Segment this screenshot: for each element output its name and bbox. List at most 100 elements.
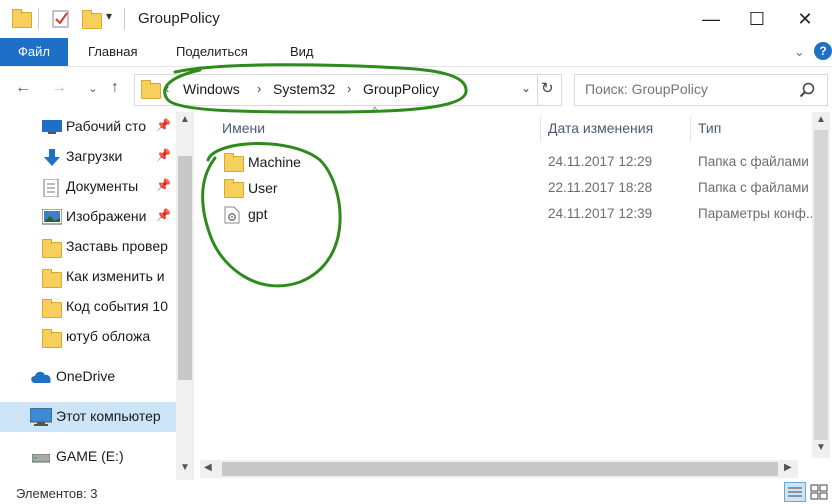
back-button[interactable]: ← [12, 76, 34, 100]
expand-ribbon-icon[interactable]: ⌄ [794, 44, 805, 60]
sidebar-item-game-drive[interactable]: GAME (E:) [0, 442, 176, 472]
sidebar-item-label: ютуб обложа [66, 328, 151, 344]
minimize-button[interactable]: — [688, 4, 734, 34]
sidebar-item-pictures[interactable]: Изображени 📌 [0, 202, 176, 232]
scroll-up-icon[interactable]: ▲ [180, 114, 190, 125]
status-bar: Элементов: 3 [0, 482, 832, 504]
file-date: 22.11.2017 18:28 [548, 180, 653, 195]
column-header-type[interactable]: Тип [698, 120, 721, 136]
customize-toolbar-icon[interactable]: ▾ [106, 9, 112, 23]
sidebar-item-label: GAME (E:) [56, 448, 124, 464]
close-button[interactable]: ✕ [782, 4, 828, 34]
breadcrumb-overflow[interactable]: ‹ [165, 81, 169, 96]
folder-icon [42, 299, 62, 318]
documents-icon [43, 179, 59, 197]
folder-icon [42, 329, 62, 348]
help-icon[interactable]: ? [814, 42, 832, 60]
chevron-right-icon[interactable]: › [347, 81, 351, 96]
chevron-down-icon: ⌄ [88, 82, 98, 95]
sidebar-item-folder-2[interactable]: Как изменить и [0, 262, 176, 292]
table-row[interactable]: User 22.11.2017 18:28 Папка с файлами [200, 176, 832, 202]
drive-icon [32, 454, 50, 463]
pin-icon[interactable]: 📌 [156, 148, 171, 162]
sidebar-item-desktop[interactable]: Рабочий сто 📌 [0, 112, 176, 142]
folder-icon [224, 179, 244, 198]
sidebar-item-folder-3[interactable]: Код события 10 [0, 292, 176, 322]
forward-button[interactable]: → [48, 76, 70, 100]
arrow-up-icon: ↑ [111, 79, 119, 96]
search-box[interactable] [574, 74, 828, 106]
sidebar-item-label: Заставь провер [66, 238, 168, 254]
scroll-thumb[interactable] [178, 156, 192, 380]
separator [537, 75, 538, 105]
file-list-vertical-scrollbar[interactable]: ▲ ▼ [812, 112, 830, 458]
details-view-icon[interactable] [784, 482, 806, 502]
scroll-right-icon[interactable]: ▶ [784, 462, 792, 473]
tab-home[interactable]: Главная [88, 38, 137, 66]
settings-file-icon [224, 206, 240, 224]
recent-locations-button[interactable]: ⌄ [82, 76, 104, 100]
sidebar-item-label: Код события 10 [66, 298, 168, 314]
sidebar-item-documents[interactable]: Документы 📌 [0, 172, 176, 202]
column-header-name[interactable]: Имени [222, 120, 265, 136]
sidebar-item-folder-4[interactable]: ютуб обложа [0, 322, 176, 352]
breadcrumb-system32[interactable]: System32 [273, 81, 335, 97]
scroll-down-icon[interactable]: ▼ [816, 442, 826, 453]
table-row[interactable]: Machine 24.11.2017 12:29 Папка с файлами [200, 150, 832, 176]
pin-icon[interactable]: 📌 [156, 208, 171, 222]
scroll-up-icon[interactable]: ▲ [816, 114, 826, 125]
ribbon-tabs: Файл Главная Поделиться Вид ⌄ ? [0, 38, 832, 67]
breadcrumb-windows[interactable]: Windows [183, 81, 240, 97]
title-bar: ▾ GroupPolicy — ☐ ✕ [0, 0, 832, 38]
column-divider[interactable] [690, 116, 691, 142]
sidebar-item-folder-1[interactable]: Заставь провер [0, 232, 176, 262]
scroll-thumb[interactable] [222, 462, 778, 476]
properties-icon[interactable] [52, 8, 70, 28]
sidebar-item-label: Как изменить и [66, 268, 165, 284]
folder-icon [42, 239, 62, 258]
tab-share[interactable]: Поделиться [176, 38, 248, 66]
new-folder-icon[interactable] [82, 10, 102, 29]
scroll-left-icon[interactable]: ◀ [204, 462, 212, 473]
file-list-horizontal-scrollbar[interactable]: ◀ ▶ [200, 460, 798, 478]
file-type: Папка с файлами [698, 154, 809, 169]
item-count: Элементов: 3 [16, 486, 98, 501]
arrow-left-icon: ← [15, 79, 31, 96]
refresh-icon[interactable]: ↻ [541, 79, 554, 97]
pictures-icon [42, 209, 62, 225]
desktop-icon [42, 120, 62, 134]
sidebar-item-onedrive[interactable]: OneDrive [0, 362, 176, 392]
close-icon: ✕ [797, 8, 813, 29]
folder-icon [141, 80, 161, 99]
tab-view[interactable]: Вид [290, 38, 314, 66]
chevron-right-icon[interactable]: › [257, 81, 261, 96]
sidebar-item-this-pc[interactable]: Этот компьютер [0, 402, 176, 432]
pin-icon[interactable]: 📌 [156, 178, 171, 192]
folder-icon [42, 269, 62, 288]
scroll-down-icon[interactable]: ▼ [180, 462, 190, 473]
download-icon [44, 149, 60, 166]
file-name: Machine [248, 154, 301, 170]
tab-file[interactable]: Файл [0, 38, 68, 66]
maximize-button[interactable]: ☐ [734, 4, 780, 34]
address-dropdown-icon[interactable]: ⌄ [521, 81, 531, 95]
file-name: User [248, 180, 278, 196]
pin-icon[interactable]: 📌 [156, 118, 171, 132]
up-button[interactable]: ↑ [104, 76, 126, 100]
file-type: Папка с файлами [698, 180, 809, 195]
arrow-right-icon: → [51, 79, 67, 96]
file-date: 24.11.2017 12:29 [548, 154, 653, 169]
breadcrumb-grouppolicy[interactable]: GroupPolicy [363, 81, 439, 97]
address-bar[interactable]: ‹ Windows › System32 › GroupPolicy ⌄ ↻ [134, 74, 562, 106]
column-header-date[interactable]: Дата изменения [548, 120, 653, 136]
minimize-icon: — [702, 8, 720, 29]
search-icon[interactable] [799, 82, 815, 98]
search-input[interactable] [583, 80, 787, 98]
sidebar-item-label: Этот компьютер [56, 408, 161, 424]
table-row[interactable]: gpt 24.11.2017 12:39 Параметры конф... [200, 202, 832, 228]
sidebar-item-downloads[interactable]: Загрузки 📌 [0, 142, 176, 172]
navigation-scrollbar[interactable]: ▲ ▼ [176, 112, 194, 480]
column-divider[interactable] [540, 116, 541, 142]
large-icons-view-icon[interactable] [810, 484, 828, 500]
scroll-thumb[interactable] [814, 130, 828, 440]
